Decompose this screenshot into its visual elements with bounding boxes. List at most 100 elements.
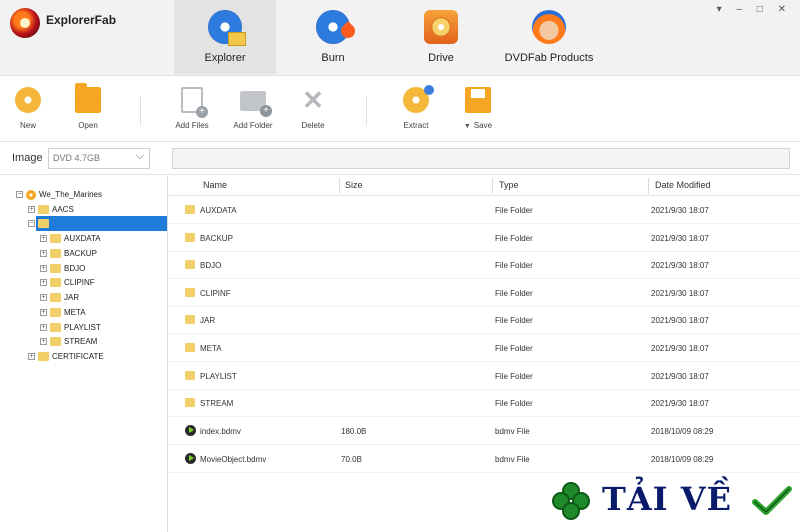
expand-icon[interactable]: + [40,265,47,273]
tree-item-label: AUXDATA [64,234,101,243]
column-header-date-modified[interactable]: Date Modified [655,180,711,190]
column-header-type[interactable]: Type [499,180,519,190]
save-floppy-icon [465,87,491,113]
tab-burn-label: Burn [321,52,345,64]
tab-drive-label: Drive [428,52,454,64]
folder-icon [185,288,195,297]
open-button[interactable]: Open [58,77,118,137]
tree-item-meta[interactable]: + META [40,306,86,320]
folder-icon [50,323,61,333]
save-button[interactable]: ▼ Save [448,77,508,137]
column-divider[interactable] [492,178,493,194]
delete-button[interactable]: ✕ Delete [283,77,343,137]
tab-dvdfab-products[interactable]: DVDFab Products [498,0,600,74]
tree-item-label: AACS [52,205,74,214]
tree-item-bdmv[interactable]: − BDMV [28,217,75,231]
explorerfab-logo-icon [10,8,40,38]
expand-icon[interactable]: + [40,338,47,346]
burn-disc-icon [316,10,350,44]
delete-label: Delete [301,121,325,130]
tree-item-label: PLAYLIST [64,323,101,332]
chevron-down-icon: ⌵ [135,150,144,162]
file-date: 2021/9/30 18:07 [651,316,709,325]
file-date: 2021/9/30 18:07 [651,206,709,215]
image-size-select[interactable]: DVD 4.7GB ⌵ [48,148,150,169]
column-divider[interactable] [648,178,649,194]
extract-button[interactable]: Extract [386,77,446,137]
file-row[interactable]: MovieObject.bdmv 70.0B bdmv File 2018/10… [169,446,800,473]
app-header: ExplorerFab Explorer Burn Drive DVDFab P… [0,0,800,76]
tree-root-label: We_The_Marines [39,190,102,199]
toolbar-divider [366,97,367,125]
file-type: File Folder [495,344,533,353]
file-row[interactable]: PLAYLIST File Folder 2021/9/30 18:07 [169,363,800,390]
file-size: 180.0B [341,427,367,436]
tab-explorer-label: Explorer [204,52,246,64]
file-row[interactable]: META File Folder 2021/9/30 18:07 [169,335,800,362]
tab-dvdfab-products-label: DVDFab Products [504,52,594,64]
folder-icon [185,343,195,352]
file-size: 70.0B [341,455,362,464]
collapse-icon[interactable]: − [28,220,35,228]
file-date: 2021/9/30 18:07 [651,344,709,353]
tree-item-stream[interactable]: + STREAM [40,335,97,349]
expand-icon[interactable]: + [28,206,35,214]
path-input[interactable] [172,148,790,169]
watermark-text: TẢI VỀ [602,480,732,518]
tree-item-label: STREAM [64,337,98,346]
expand-icon[interactable]: + [40,309,47,317]
explorer-disc-icon [208,10,246,46]
expand-icon[interactable]: + [28,353,35,361]
column-header-size[interactable]: Size [345,180,363,190]
file-row[interactable]: CLIPINF File Folder 2021/9/30 18:07 [169,280,800,307]
toolbar: New Open Add Files Add Folder ✕ Delete E… [0,77,800,142]
tree-item-aacs[interactable]: + AACS [28,203,74,217]
tree-item-playlist[interactable]: + PLAYLIST [40,321,101,335]
expand-icon[interactable]: + [40,279,47,287]
file-date: 2021/9/30 18:07 [651,372,709,381]
file-type: File Folder [495,372,533,381]
file-row[interactable]: BDJO File Folder 2021/9/30 18:07 [169,252,800,279]
folder-icon [50,278,61,288]
file-row[interactable]: BACKUP File Folder 2021/9/30 18:07 [169,225,800,252]
file-row[interactable]: JAR File Folder 2021/9/30 18:07 [169,307,800,334]
expand-icon[interactable]: + [40,294,47,302]
tab-drive[interactable]: Drive [390,0,492,74]
tree-item-bdjo[interactable]: + BDJO [40,262,85,276]
file-name: META [200,344,222,353]
tree-item-label: BDMV [52,219,76,228]
file-row[interactable]: AUXDATA File Folder 2021/9/30 18:07 [169,197,800,224]
tab-explorer[interactable]: Explorer [174,0,276,74]
tree-item-certificate[interactable]: + CERTIFICATE [28,350,104,364]
file-row[interactable]: STREAM File Folder 2021/9/30 18:07 [169,390,800,417]
expand-icon[interactable]: + [40,235,47,243]
drive-icon [424,10,458,44]
collapse-icon[interactable]: − [16,191,23,199]
tree-item-backup[interactable]: + BACKUP [40,247,97,261]
file-name: PLAYLIST [200,372,237,381]
image-label: Image [12,152,43,164]
add-folder-icon [240,91,272,117]
tree-item-jar[interactable]: + JAR [40,291,79,305]
expand-icon[interactable]: + [40,324,47,332]
file-date: 2021/9/30 18:07 [651,399,709,408]
column-header-name[interactable]: Name [203,180,227,190]
expand-icon[interactable]: + [40,250,47,258]
column-divider[interactable] [339,178,340,194]
file-name: STREAM [200,399,234,408]
tree-item-clipinf[interactable]: + CLIPINF [40,276,95,290]
file-date: 2021/9/30 18:07 [651,289,709,298]
file-name: BDJO [200,261,222,270]
file-name: MovieObject.bdmv [200,455,267,464]
app-title: ExplorerFab [46,13,117,27]
tab-burn[interactable]: Burn [282,0,384,74]
tree-item-auxdata[interactable]: + AUXDATA [40,232,101,246]
folder-icon [50,293,61,303]
tree-root[interactable]: − We_The_Marines [16,188,102,202]
window-controls[interactable]: ▾ ‒ □ ✕ [717,4,792,15]
tree-item-label: BACKUP [64,249,97,258]
file-date: 2021/9/30 18:07 [651,261,709,270]
save-dropdown-icon[interactable]: ▼ [464,123,471,130]
open-folder-icon [75,83,101,113]
file-row[interactable]: index.bdmv 180.0B bdmv File 2018/10/09 0… [169,418,800,445]
